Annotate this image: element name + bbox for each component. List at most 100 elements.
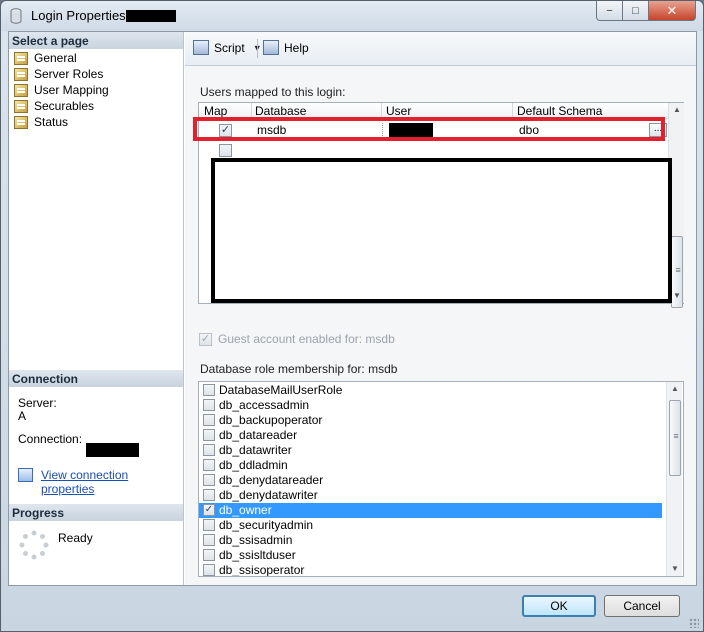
scroll-up-icon[interactable]: ▲ [667, 382, 683, 396]
role-checkbox[interactable] [203, 489, 215, 501]
guest-label: Guest account enabled for: msdb [218, 332, 395, 346]
list-item[interactable]: db_ssisoperator [199, 563, 662, 577]
window-title: Login Properties - [31, 8, 134, 23]
role-checkbox[interactable] [203, 549, 215, 561]
user-mapping-page: Script ▼ Help Users mapped to this login… [185, 32, 696, 585]
column-header-database[interactable]: Database [255, 104, 306, 118]
list-item[interactable]: db_ssisltduser [199, 548, 662, 563]
help-button[interactable]: Help [263, 40, 309, 55]
script-button[interactable]: Script ▼ [193, 40, 262, 55]
progress-header: Progress [9, 504, 183, 521]
role-membership-list[interactable]: DatabaseMailUserRole db_accessadmin db_b… [198, 381, 684, 577]
connection-properties-icon [18, 468, 33, 482]
sidebar-item-label: Status [34, 115, 69, 129]
guest-checkbox[interactable]: ✓ [199, 332, 212, 346]
sidebar-item-label: General [34, 51, 77, 65]
page-icon [14, 83, 28, 97]
role-checkbox[interactable] [203, 399, 215, 411]
list-item[interactable]: db_securityadmin [199, 518, 662, 533]
role-name: db_ssisoperator [219, 563, 305, 577]
database-icon [10, 8, 22, 24]
minimize-button[interactable]: − [596, 1, 623, 21]
scroll-down-icon[interactable]: ▼ [667, 562, 683, 576]
toolbar-separator [257, 39, 258, 58]
list-item[interactable]: db_accessadmin [199, 398, 662, 413]
role-checkbox[interactable] [203, 444, 215, 456]
list-item[interactable]: db_denydatawriter [199, 488, 662, 503]
role-name: db_backupoperator [219, 413, 323, 427]
map-checkbox[interactable] [219, 144, 232, 157]
sidebar-item-label: Server Roles [34, 67, 104, 81]
maximize-button[interactable]: □ [622, 1, 649, 21]
sidebar-item-label: User Mapping [34, 83, 109, 97]
server-value: A [18, 409, 27, 423]
role-checkbox[interactable] [203, 564, 215, 576]
role-checkbox[interactable]: ✓ [203, 504, 215, 516]
list-item[interactable]: db_datareader [199, 428, 662, 443]
role-name: db_owner [219, 503, 272, 517]
list-item[interactable]: db_backupoperator [199, 413, 662, 428]
close-button[interactable]: ✕ [648, 1, 696, 21]
column-header-default-schema[interactable]: Default Schema [517, 104, 602, 118]
maximize-icon: □ [632, 4, 639, 17]
view-connection-properties-link[interactable]: View connection properties [41, 468, 183, 496]
script-label: Script [214, 40, 245, 55]
redacted-rows [211, 158, 672, 303]
role-checkbox[interactable] [203, 519, 215, 531]
sidebar-item-label: Securables [34, 99, 95, 113]
highlight-annotation [193, 117, 665, 141]
list-item[interactable]: db_denydatareader [199, 473, 662, 488]
role-checkbox[interactable] [203, 459, 215, 471]
list-item[interactable]: DatabaseMailUserRole [199, 383, 662, 398]
role-checkbox[interactable] [203, 474, 215, 486]
redacted-login-name [126, 10, 176, 22]
cancel-button[interactable]: Cancel [604, 595, 680, 617]
list-item-selected[interactable]: ✓ db_owner [199, 503, 662, 518]
redacted-connection [86, 443, 139, 457]
script-icon [193, 40, 209, 55]
sidebar-item-server-roles[interactable]: Server Roles [14, 66, 103, 82]
resize-grip-icon[interactable] [689, 618, 699, 628]
role-name: db_datareader [219, 428, 298, 442]
list-item[interactable]: db_ssisadmin [199, 533, 662, 548]
role-membership-label: Database role membership for: msdb [200, 362, 398, 376]
role-checkbox[interactable] [203, 384, 215, 396]
connection-header: Connection [9, 370, 183, 387]
close-icon: ✕ [666, 2, 678, 18]
minimize-icon: − [606, 4, 613, 17]
role-list-scrollbar[interactable]: ▲ ▼ [666, 382, 682, 576]
dialog-client-area: Select a page General Server Roles User … [8, 31, 697, 586]
role-name: db_datawriter [219, 443, 292, 457]
role-checkbox[interactable] [203, 429, 215, 441]
scroll-thumb[interactable] [669, 400, 681, 476]
role-name: db_accessadmin [219, 398, 310, 412]
column-header-map[interactable]: Map [204, 104, 227, 118]
progress-status: Ready [58, 531, 93, 545]
list-item[interactable]: db_ddladmin [199, 458, 662, 473]
sidebar-item-general[interactable]: General [14, 50, 77, 66]
connection-label: Connection: [18, 432, 83, 446]
role-checkbox[interactable] [203, 534, 215, 546]
scroll-up-icon[interactable]: ▲ [669, 103, 685, 117]
progress-spinner-icon [19, 530, 49, 560]
login-properties-window: Login Properties - − □ ✕ Select a page G… [0, 0, 704, 632]
role-name: db_ssisltduser [219, 548, 296, 562]
sidebar-item-status[interactable]: Status [14, 114, 68, 130]
users-mapped-label: Users mapped to this login: [200, 85, 346, 99]
sidebar-item-securables[interactable]: Securables [14, 98, 94, 114]
list-item[interactable]: db_datawriter [199, 443, 662, 458]
help-label: Help [284, 40, 309, 55]
ok-button[interactable]: OK [522, 595, 596, 617]
page-icon [14, 99, 28, 113]
left-pane: Select a page General Server Roles User … [9, 32, 184, 585]
role-checkbox[interactable] [203, 414, 215, 426]
title-bar[interactable]: Login Properties - − □ ✕ [1, 1, 703, 31]
page-icon [14, 67, 28, 81]
guest-account-option: ✓ Guest account enabled for: msdb [199, 332, 395, 346]
role-name: db_securityadmin [219, 518, 314, 532]
server-label: Server: [18, 396, 57, 410]
toolbar: Script ▼ Help [185, 32, 696, 66]
role-name: DatabaseMailUserRole [219, 383, 343, 397]
sidebar-item-user-mapping[interactable]: User Mapping [14, 82, 109, 98]
column-header-user[interactable]: User [386, 104, 411, 118]
